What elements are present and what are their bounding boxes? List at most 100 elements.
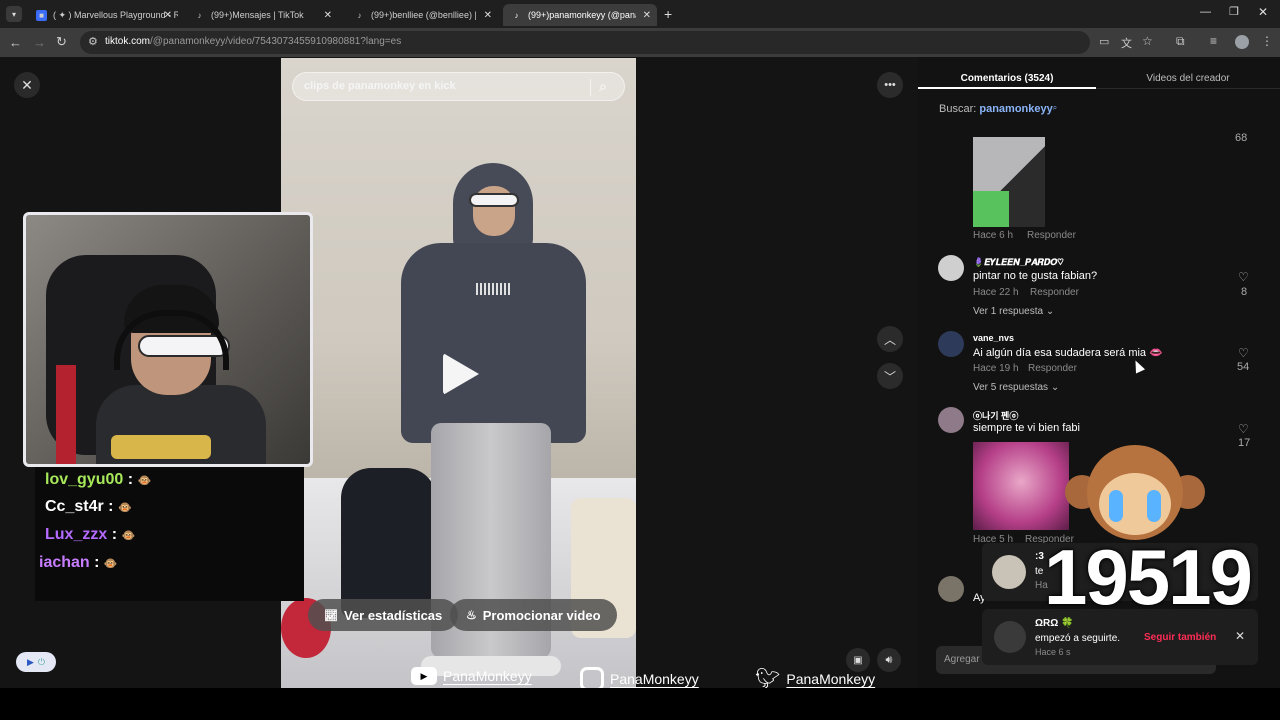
close-notification-icon[interactable]: ✕ (1235, 629, 1245, 643)
follow-notification-toast[interactable]: ΩRΩ 🍀 empezó a seguirte. Hace 6 s Seguir… (982, 609, 1258, 665)
close-icon[interactable]: ✕ (14, 72, 40, 98)
chat-line-1: lov_gyu00 : 🐵 (45, 471, 152, 488)
notification-text: empezó a seguirte. (1035, 633, 1121, 644)
comment-time: Hace 22 h (973, 287, 1019, 298)
comment-time: Hace 6 h (973, 230, 1014, 241)
comment-text: Ai algún día esa sudadera será mia 👄 (973, 347, 1163, 359)
reply-link[interactable]: Responder (1027, 230, 1076, 241)
back-icon[interactable]: ← (9, 35, 22, 50)
chart-icon: 📈︎ (324, 609, 338, 622)
notification-avatar (994, 621, 1026, 653)
avatar[interactable] (938, 576, 964, 602)
url-text: tiktok.com/@panamonkeyy/video/7543073455… (105, 36, 401, 47)
close-window-button[interactable]: ✕ (1258, 5, 1268, 19)
stream-chat: lov_gyu00 : 🐵 Cc_st4r : 🐵 Lux_zzx : 🐵 ia… (35, 467, 304, 601)
promote-video-label: Promocionar video (482, 607, 601, 623)
chat-line-2: Cc_st4r : 🐵 (45, 498, 132, 515)
volume-icon[interactable]: 🔊︎ (877, 648, 901, 672)
promote-video-button[interactable]: ♨ Promocionar video (450, 599, 617, 631)
tab-title: (99+)panamonkeyy (@panamonkeyy) (528, 10, 636, 20)
tab-title: (99+)benlliee (@benlliee) | TikTok (371, 10, 476, 20)
bookmark-star-icon[interactable]: ☆ (1142, 34, 1153, 48)
tab-creator-videos-label: Videos del creador (1146, 73, 1230, 84)
tiktok-icon: ♪ (197, 10, 202, 20)
comment-author[interactable]: vane_nvs (973, 333, 1014, 343)
video-search-input[interactable]: clips de panamonkey en kick ⌕ (292, 72, 625, 101)
browser-tab-bar: ▾ ■ ( ✦ ) Marvellous Playground - R ✕ ♪ … (0, 0, 1280, 28)
view-replies-link[interactable]: Ver 5 respuestas ⌄ (973, 382, 1059, 393)
tab-search-button[interactable]: ▾ (6, 6, 22, 22)
translate-icon[interactable]: 文 (1121, 35, 1132, 51)
notification-user: :3 (1035, 551, 1044, 562)
youtube-handle: PanaMonkeyy (443, 668, 532, 684)
chat-user: Cc_st4r (45, 498, 104, 515)
search-icon[interactable]: ⌕ (599, 78, 607, 95)
profile-avatar[interactable] (1235, 35, 1249, 49)
emote-icon: 🐵 (117, 502, 132, 514)
comment-author[interactable]: 🪻𝑬𝒀𝑳𝑬𝑬𝑵_𝑷𝑨𝑹𝑫𝑶♡ (973, 257, 1064, 268)
chat-line-4: iachan : 🐵 (39, 554, 118, 571)
emote-icon: 🐵 (121, 530, 136, 542)
heart-icon[interactable]: ♡ (1238, 346, 1249, 360)
emote-icon: 🐵 (137, 475, 152, 487)
view-stats-label: Ver estadísticas (343, 607, 443, 623)
comment-author[interactable]: ⓞ나기 펜ⓞ (973, 409, 1018, 422)
like-count: 68 (1235, 132, 1248, 144)
heart-icon[interactable]: ♡ (1238, 422, 1249, 436)
site-info-icon[interactable]: ⚙ (88, 35, 98, 48)
browser-tab-messages[interactable]: ♪ (99+)Mensajes | TikTok ✕ (186, 4, 338, 26)
forward-icon[interactable]: → (33, 35, 46, 50)
search-term-link[interactable]: panamonkeyy (979, 103, 1052, 115)
tab-creator-videos[interactable]: Videos del creador (1096, 57, 1280, 89)
notification-user: ΩRΩ 🍀 (1035, 618, 1074, 629)
avatar[interactable] (938, 331, 964, 357)
avatar[interactable] (938, 255, 964, 281)
previous-video-button[interactable]: ︿ (877, 326, 903, 352)
search-divider (590, 79, 591, 96)
comment-attached-image[interactable] (973, 442, 1069, 530)
minimize-button[interactable]: — (1200, 6, 1211, 18)
extensions-icon[interactable]: ⧉ (1176, 34, 1185, 49)
browser-tab-benlliee[interactable]: ♪ (99+)benlliee (@benlliee) | TikTok ✕ (346, 4, 498, 26)
backpack (341, 468, 436, 618)
notification-avatar (992, 555, 1026, 589)
like-count: 54 (1237, 361, 1250, 373)
heart-icon[interactable]: ♡ (1238, 270, 1249, 284)
follow-back-button[interactable]: Seguir también (1144, 632, 1216, 643)
comment-text: pintar no te gusta fabian? (973, 270, 1098, 282)
avatar[interactable] (938, 407, 964, 433)
browser-tab-panamonkeyy[interactable]: ♪ (99+)panamonkeyy (@panamonkeyy) ✕ (503, 4, 657, 26)
reply-link[interactable]: Responder (1030, 287, 1079, 298)
view-stats-button[interactable]: 📈︎ Ver estadísticas (308, 599, 459, 631)
emote-icon: 🐵 (103, 558, 118, 570)
maximize-button[interactable]: ❐ (1229, 5, 1239, 18)
panel-search-row: Buscar: panamonkeyy⌕ (939, 103, 1057, 115)
close-tab-icon[interactable]: ✕ (324, 10, 332, 21)
new-tab-button[interactable]: + (664, 6, 672, 22)
close-tab-icon[interactable]: ✕ (643, 10, 651, 21)
address-bar[interactable]: ⚙ tiktok.com/@panamonkeyy/video/75430734… (80, 31, 1090, 54)
like-count: 8 (1241, 286, 1248, 298)
install-app-icon[interactable]: ▭ (1099, 35, 1109, 48)
media-control-icon[interactable]: ≡ (1210, 34, 1217, 48)
roblox-icon: ■ (36, 9, 47, 21)
tab-comments[interactable]: Comentarios (3524) (918, 57, 1096, 89)
close-tab-icon[interactable]: ✕ (484, 10, 492, 21)
video-player[interactable]: clips de panamonkey en kick ⌕ (281, 58, 636, 688)
chevron-down-icon: ⌄ (1045, 306, 1055, 317)
view-replies-link[interactable]: Ver 1 respuesta ⌄ (973, 306, 1054, 317)
chevron-down-icon: ⌄ (1050, 382, 1060, 393)
reply-link[interactable]: Responder (1028, 363, 1077, 374)
url-host: tiktok.com (105, 36, 151, 47)
close-tab-icon[interactable]: ✕ (164, 10, 172, 21)
next-video-button[interactable]: ﹀ (877, 363, 903, 389)
add-comment-placeholder: Agregar (944, 654, 980, 665)
monkey-tear-right (1147, 490, 1161, 522)
browser-tab-roblox[interactable]: ■ ( ✦ ) Marvellous Playground - R ✕ (28, 4, 178, 26)
overlay-toggle-icon[interactable]: ▶ ⏻ (16, 652, 56, 672)
browser-menu-icon[interactable]: ⋮ (1261, 34, 1273, 48)
reload-icon[interactable]: ↻ (56, 34, 67, 50)
more-options-icon[interactable]: ••• (877, 72, 903, 98)
play-icon[interactable] (443, 353, 479, 395)
shirt-print (111, 435, 211, 459)
